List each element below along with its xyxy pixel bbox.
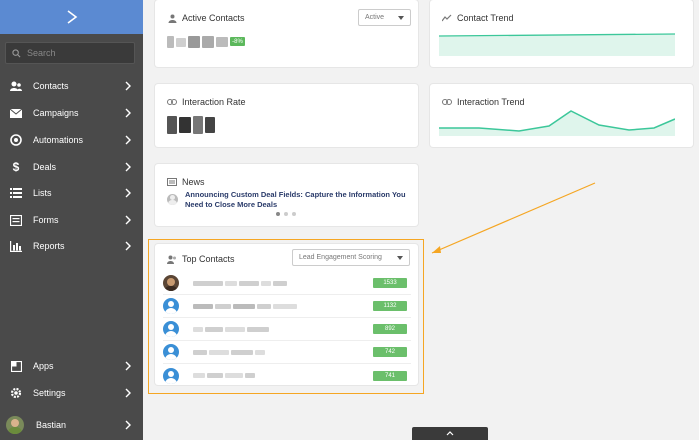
- apps-icon: [10, 360, 22, 372]
- sidebar-item-contacts[interactable]: Contacts: [0, 73, 143, 99]
- card-title: Active Contacts: [167, 13, 245, 23]
- carousel-dot[interactable]: [276, 212, 280, 216]
- carousel-dot[interactable]: [292, 212, 296, 216]
- sidebar-item-apps[interactable]: Apps: [0, 353, 143, 379]
- chevron-right-icon: [125, 108, 131, 118]
- news-headline-link[interactable]: Announcing Custom Deal Fields: Capture t…: [185, 190, 425, 210]
- interaction-rate-card: Interaction Rate: [155, 84, 418, 147]
- chevron-right-icon: [125, 420, 131, 430]
- sidebar-item-label: Settings: [33, 388, 66, 398]
- chevron-right-icon: [125, 188, 131, 198]
- logo-chevron-icon: [67, 10, 77, 24]
- logo-bar[interactable]: [0, 0, 143, 34]
- chevron-right-icon: [125, 135, 131, 145]
- sidebar-item-label: Forms: [33, 215, 59, 225]
- chevron-right-icon: [125, 215, 131, 225]
- sidebar-item-reports[interactable]: Reports: [0, 233, 143, 259]
- sidebar-item-label: Contacts: [33, 81, 69, 91]
- envelope-icon: [10, 107, 22, 119]
- interaction-rate-value: [167, 116, 215, 134]
- automation-icon: [10, 134, 22, 146]
- dollar-icon: $: [12, 160, 20, 174]
- news-card: News Announcing Custom Deal Fields: Capt…: [155, 164, 418, 226]
- card-title: Interaction Rate: [167, 97, 246, 107]
- chevron-right-icon: [125, 162, 131, 172]
- sidebar-item-deals[interactable]: $ Deals: [0, 154, 143, 180]
- contact-trend-sparkline: [439, 33, 675, 56]
- chevron-right-icon: [125, 361, 131, 371]
- sidebar-item-label: Campaigns: [33, 108, 79, 118]
- avatar: [6, 416, 24, 434]
- sidebar-item-label: Deals: [33, 162, 57, 172]
- caret-down-icon: [398, 15, 404, 20]
- contact-trend-card: Contact Trend: [430, 0, 693, 67]
- sidebar-item-lists[interactable]: Lists: [0, 180, 143, 206]
- sidebar-item-automations[interactable]: Automations: [0, 127, 143, 153]
- sidebar-user[interactable]: Bastian: [0, 412, 143, 438]
- sidebar-item-label: Automations: [33, 135, 84, 145]
- highlight-box: [148, 239, 424, 394]
- sidebar-item-label: Reports: [33, 241, 65, 251]
- bar-chart-icon: [10, 240, 22, 252]
- trend-icon: [442, 13, 452, 23]
- sidebar-item-campaigns[interactable]: Campaigns: [0, 100, 143, 126]
- search-box[interactable]: [5, 42, 135, 64]
- user-icon: [167, 13, 177, 23]
- interaction-trend-sparkline: [439, 110, 675, 136]
- contacts-icon: [10, 80, 22, 92]
- sidebar-item-label: Apps: [33, 361, 54, 371]
- active-filter-select[interactable]: Active: [358, 9, 411, 26]
- form-icon: [10, 214, 22, 226]
- active-contacts-card: Active Contacts Active -8%: [155, 0, 418, 67]
- card-title: Interaction Trend: [442, 97, 525, 107]
- search-icon: [12, 48, 21, 57]
- card-title: News: [167, 177, 205, 187]
- search-input[interactable]: [27, 48, 127, 58]
- chevron-right-icon: [125, 81, 131, 91]
- newspaper-icon: [167, 177, 177, 187]
- news-avatar: [167, 194, 178, 205]
- sidebar-item-forms[interactable]: Forms: [0, 207, 143, 233]
- active-contacts-value: [167, 36, 228, 48]
- card-title: Contact Trend: [442, 13, 514, 23]
- interaction-trend-card: Interaction Trend: [430, 84, 693, 147]
- user-name: Bastian: [36, 420, 67, 430]
- link-icon: [442, 97, 452, 107]
- chevron-up-icon: [446, 431, 454, 436]
- sidebar-item-settings[interactable]: Settings: [0, 380, 143, 406]
- link-icon: [167, 97, 177, 107]
- list-icon: [10, 187, 22, 199]
- scroll-up-tab[interactable]: [412, 427, 488, 440]
- change-badge: -8%: [230, 37, 245, 46]
- chevron-right-icon: [125, 241, 131, 251]
- sidebar-item-label: Lists: [33, 188, 52, 198]
- sidebar: Contacts Campaigns Automations $ Deals L…: [0, 0, 143, 440]
- gear-icon: [10, 387, 22, 399]
- chevron-right-icon: [125, 388, 131, 398]
- carousel-dots: [276, 212, 296, 216]
- carousel-dot[interactable]: [284, 212, 288, 216]
